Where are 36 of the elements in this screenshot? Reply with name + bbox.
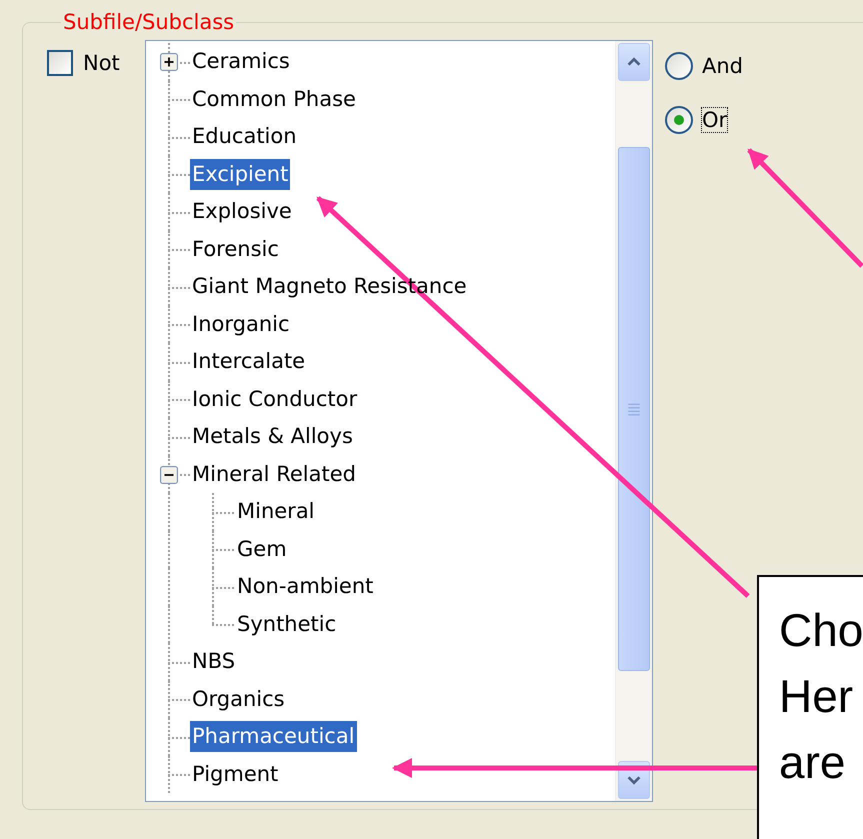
tree-item[interactable]: Forensic <box>190 234 281 265</box>
radio-label: Or <box>701 107 728 133</box>
tree-item[interactable]: NBS <box>190 646 238 678</box>
tree-item[interactable]: Synthetic <box>235 608 338 640</box>
group-title: Subfile/Subclass <box>62 10 236 34</box>
not-checkbox[interactable] <box>47 50 73 76</box>
tree-item[interactable]: Pharmaceutical <box>190 721 357 752</box>
callout-text: Cho <box>779 603 863 658</box>
callout-text: are <box>779 735 846 790</box>
callout-text: Her <box>779 669 854 724</box>
tree-item[interactable]: Non-ambient <box>235 571 376 602</box>
tree-item[interactable]: Education <box>190 121 299 152</box>
tree-item[interactable]: Mineral <box>235 496 317 528</box>
collapse-icon[interactable] <box>160 466 178 484</box>
tree-item[interactable]: Explosive <box>190 196 294 228</box>
tree-item[interactable]: Inorganic <box>190 308 292 340</box>
tree-item[interactable]: Mineral Related <box>190 458 358 490</box>
tree-item[interactable]: Pigment <box>190 758 280 790</box>
tree-item[interactable]: Ionic Conductor <box>190 384 360 415</box>
scrollbar[interactable] <box>615 41 652 801</box>
tree-item[interactable]: Gem <box>235 534 289 565</box>
tree-item[interactable]: Ceramics <box>190 46 292 78</box>
scroll-thumb[interactable] <box>618 147 650 671</box>
tree-item[interactable]: Intercalate <box>190 346 308 378</box>
radio-button[interactable] <box>665 106 693 134</box>
scroll-up-button[interactable] <box>618 43 650 81</box>
tree-item[interactable]: Organics <box>190 684 287 715</box>
checkbox-label: Not <box>83 51 120 75</box>
expand-icon[interactable] <box>160 53 178 71</box>
tree-item[interactable]: Metals & Alloys <box>190 421 355 452</box>
tree-item[interactable]: Common Phase <box>190 84 358 115</box>
radio-button[interactable] <box>665 52 693 80</box>
tree-item[interactable]: Excipient <box>190 158 290 190</box>
tree-view[interactable] <box>145 40 653 802</box>
radio-label: And <box>701 53 744 79</box>
grip-icon <box>627 402 641 416</box>
